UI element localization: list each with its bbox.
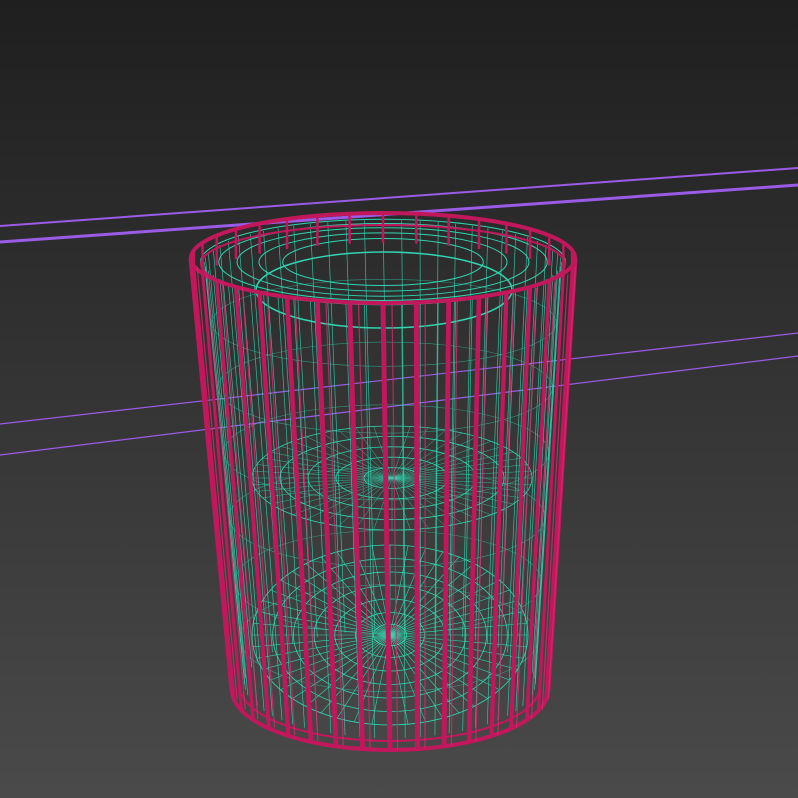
3d-viewport[interactable] <box>0 0 798 798</box>
shell-rib <box>413 302 420 750</box>
viewport-scene[interactable] <box>0 0 798 798</box>
